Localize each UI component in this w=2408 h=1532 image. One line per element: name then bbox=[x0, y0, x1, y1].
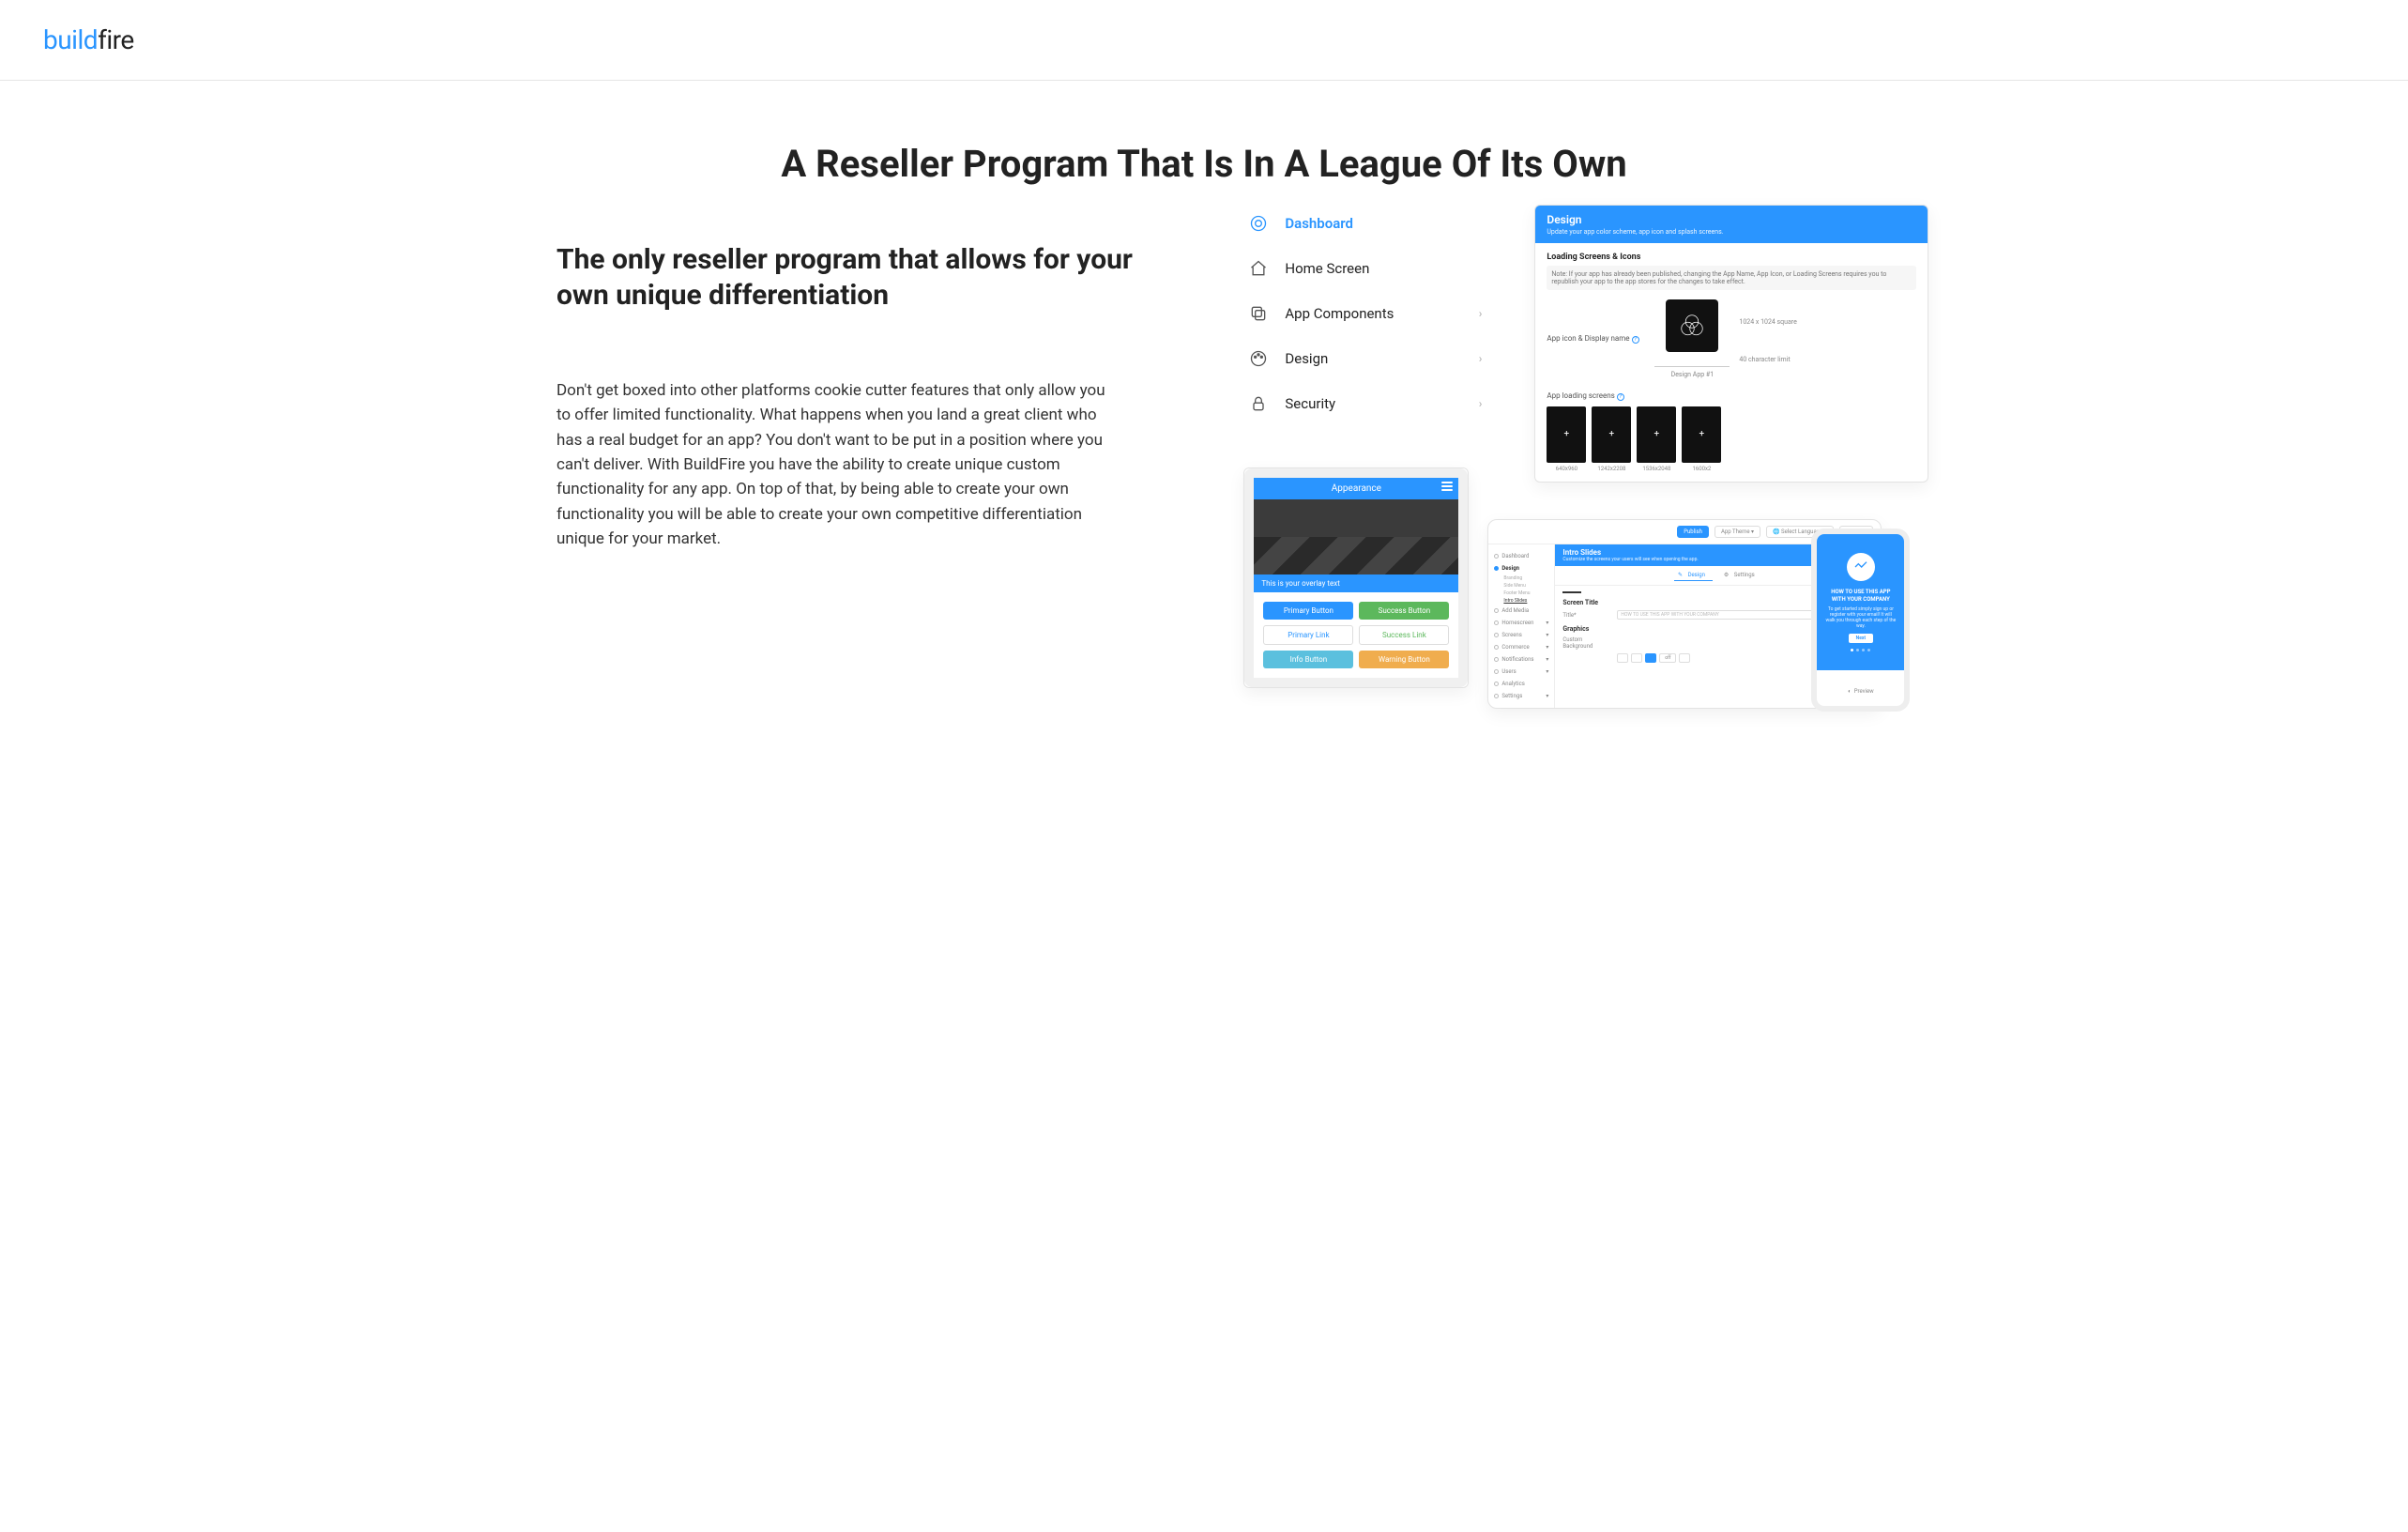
chevron-right-icon: › bbox=[1479, 397, 1483, 410]
appearance-card: Appearance This is your overlay text Pri… bbox=[1243, 467, 1469, 688]
nav-security[interactable]: Security › bbox=[1243, 381, 1487, 426]
thumb-size: 1242x2208 bbox=[1597, 466, 1625, 472]
design-panel-title: Design bbox=[1547, 213, 1916, 226]
phone-preview: HOW TO USE THIS APP WITH YOUR COMPANY To… bbox=[1811, 529, 1910, 712]
phone-headline: HOW TO USE THIS APP WITH YOUR COMPANY bbox=[1824, 589, 1897, 602]
nav-label: App Components bbox=[1285, 305, 1394, 322]
body-paragraph: Don't get boxed into other platforms coo… bbox=[556, 378, 1120, 551]
custom-bg-label: Custom Background bbox=[1562, 636, 1609, 650]
dashboard-icon bbox=[1249, 214, 1268, 233]
site-header: buildfire bbox=[0, 0, 2408, 81]
icon-size-hint: 1024 x 1024 square bbox=[1739, 318, 1916, 326]
side-notifications[interactable]: Notifications▾ bbox=[1492, 653, 1550, 666]
nav-components[interactable]: App Components › bbox=[1243, 291, 1487, 336]
loading-screen-thumb[interactable]: + bbox=[1592, 406, 1631, 463]
thumb-size: 1536x2048 bbox=[1642, 466, 1670, 472]
side-dashboard[interactable]: Dashboard bbox=[1492, 550, 1550, 562]
appearance-hero bbox=[1254, 499, 1458, 574]
nav-design[interactable]: Design › bbox=[1243, 336, 1487, 381]
lock-icon bbox=[1249, 394, 1268, 413]
ui-collage: Dashboard Home Screen App Components › D… bbox=[1234, 186, 1852, 712]
nav-label: Security bbox=[1285, 395, 1335, 412]
hamburger-icon[interactable] bbox=[1441, 482, 1453, 491]
components-icon bbox=[1249, 304, 1268, 323]
chevron-right-icon: › bbox=[1479, 352, 1483, 365]
chevron-right-icon: › bbox=[1479, 307, 1483, 320]
design-note: Note: If your app has already been publi… bbox=[1547, 266, 1916, 290]
side-screens[interactable]: Screens▾ bbox=[1492, 629, 1550, 641]
info-button[interactable]: Info Button bbox=[1263, 651, 1353, 668]
intro-icon bbox=[1847, 553, 1875, 581]
loading-screens-row: +640x960 +1242x2208 +1536x2048 +1600x2 bbox=[1547, 406, 1916, 472]
help-icon[interactable]: ? bbox=[1617, 393, 1624, 401]
success-link[interactable]: Success Link bbox=[1359, 625, 1449, 645]
nav-dashboard[interactable]: Dashboard bbox=[1243, 201, 1487, 246]
phone-footer[interactable]: ◐ Preview bbox=[1817, 670, 1904, 712]
loading-screen-thumb[interactable]: + bbox=[1682, 406, 1721, 463]
side-home[interactable]: Homescreen▾ bbox=[1492, 617, 1550, 629]
brand-logo[interactable]: buildfire bbox=[43, 24, 134, 55]
side-media[interactable]: Add Media bbox=[1492, 605, 1550, 617]
design-panel-header: Design Update your app color scheme, app… bbox=[1535, 206, 1928, 243]
home-icon bbox=[1249, 259, 1268, 278]
side-footer[interactable]: Footer Menu bbox=[1492, 590, 1550, 597]
display-name-value: Design App #1 bbox=[1654, 371, 1730, 378]
nav-label: Home Screen bbox=[1285, 260, 1369, 277]
thumb-size: 640x960 bbox=[1556, 466, 1577, 472]
palette-icon bbox=[1249, 349, 1268, 368]
side-users[interactable]: Users▾ bbox=[1492, 666, 1550, 678]
side-branding[interactable]: Branding bbox=[1492, 574, 1550, 582]
app-icon-label: App icon & Display name bbox=[1547, 334, 1629, 343]
loading-screen-thumb[interactable]: + bbox=[1637, 406, 1676, 463]
tab-settings[interactable]: ⚙ Settings bbox=[1720, 570, 1762, 581]
tab-design[interactable]: ✎ Design bbox=[1674, 570, 1713, 581]
design-panel-subtitle: Update your app color scheme, app icon a… bbox=[1547, 228, 1916, 236]
primary-button[interactable]: Primary Button bbox=[1263, 602, 1353, 620]
nav-label: Dashboard bbox=[1285, 215, 1353, 232]
loading-screen-thumb[interactable]: + bbox=[1547, 406, 1586, 463]
design-panel-card: Design Update your app color scheme, app… bbox=[1534, 205, 1928, 483]
side-analytics[interactable]: Analytics bbox=[1492, 678, 1550, 690]
logo-part-build: build bbox=[43, 24, 98, 55]
main-content: The only reseller program that allows fo… bbox=[510, 186, 1898, 768]
primary-link[interactable]: Primary Link bbox=[1263, 625, 1353, 645]
loading-screens-label: App loading screens bbox=[1547, 391, 1614, 400]
dashboard-sidebar: Dashboard Design Branding Side Menu Foot… bbox=[1488, 544, 1554, 708]
page-title: A Reseller Program That Is In A League O… bbox=[0, 142, 2408, 186]
side-sidemenu[interactable]: Side Menu bbox=[1492, 582, 1550, 590]
phone-next-button[interactable]: Next bbox=[1849, 634, 1873, 643]
publish-button[interactable]: Publish bbox=[1677, 526, 1709, 538]
app-icon-preview[interactable] bbox=[1666, 299, 1718, 352]
warning-button[interactable]: Warning Button bbox=[1359, 651, 1449, 668]
design-section-heading: Loading Screens & Icons bbox=[1547, 253, 1916, 262]
side-commerce[interactable]: Commerce▾ bbox=[1492, 641, 1550, 653]
marketing-copy: The only reseller program that allows fo… bbox=[556, 186, 1178, 712]
char-limit-hint: 40 character limit bbox=[1739, 356, 1916, 363]
title-field-label: Title* bbox=[1562, 612, 1609, 619]
overlay-text: This is your overlay text bbox=[1254, 574, 1458, 592]
theme-select[interactable]: App Theme ▾ bbox=[1715, 526, 1760, 538]
appearance-title-bar: Appearance bbox=[1254, 478, 1458, 499]
side-intro[interactable]: Intro Slides bbox=[1492, 597, 1550, 605]
success-button[interactable]: Success Button bbox=[1359, 602, 1449, 620]
nav-label: Design bbox=[1285, 350, 1328, 367]
color-palette[interactable]: off bbox=[1617, 653, 1690, 663]
pager-dots bbox=[1851, 649, 1870, 651]
nav-home[interactable]: Home Screen bbox=[1243, 246, 1487, 291]
panel-title: Intro Slides bbox=[1562, 548, 1698, 557]
side-settings[interactable]: Settings▾ bbox=[1492, 690, 1550, 702]
help-icon[interactable]: ? bbox=[1632, 336, 1639, 344]
thumb-size: 1600x2 bbox=[1692, 466, 1711, 472]
phone-subtext: To get started simply sign up or registe… bbox=[1824, 606, 1897, 629]
nav-card: Dashboard Home Screen App Components › D… bbox=[1234, 186, 1497, 441]
appearance-title: Appearance bbox=[1332, 483, 1381, 494]
logo-part-fire: fire bbox=[98, 24, 134, 55]
side-design[interactable]: Design bbox=[1492, 562, 1550, 574]
panel-subtitle: Customize the screens your users will se… bbox=[1562, 557, 1698, 562]
sub-heading: The only reseller program that allows fo… bbox=[556, 242, 1178, 313]
